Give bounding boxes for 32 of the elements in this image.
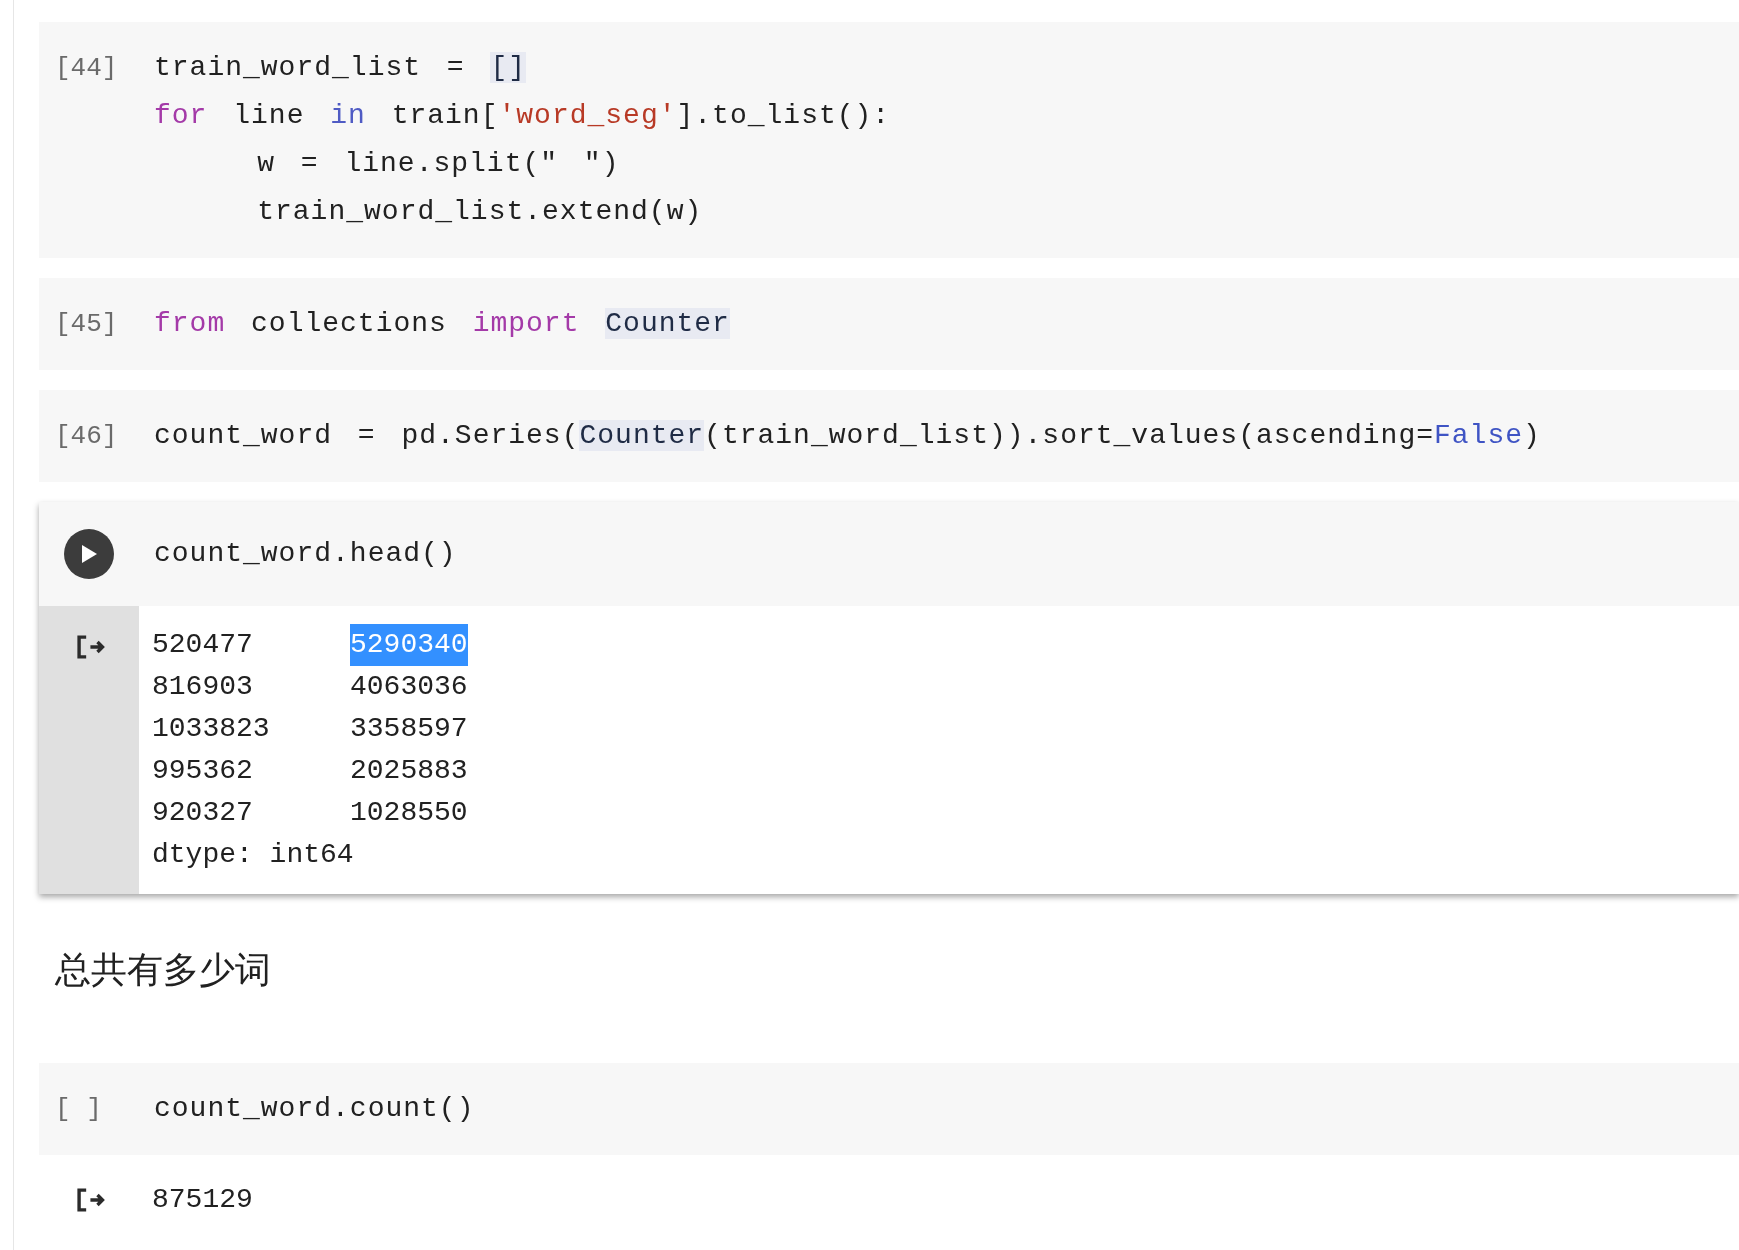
code-line: train_word_list.extend(w) xyxy=(256,195,704,229)
code-line: train_word_list = [] xyxy=(154,51,528,85)
code-line: for line in train['word_seg'].to_list(): xyxy=(154,99,892,133)
code-line: count_word.count() xyxy=(154,1092,476,1126)
output-index: 520477 xyxy=(152,628,253,662)
markdown-text: 总共有多少词 xyxy=(54,948,271,992)
output-value: 3358597 xyxy=(350,712,468,746)
execution-count: [46] xyxy=(54,420,119,453)
code-cell[interactable]: count_word.head() 520477 5290340 816903 4063036 1033823 3358597 995362 2025883 920327 1028550 dtype: int64 xyxy=(39,502,1739,894)
code-line: w = line.split(" ") xyxy=(256,147,621,181)
code-cell[interactable]: [44] train_word_list = [] for line in train['word_seg'].to_list(): w = line.split(" ") train_word_list.extend(w) xyxy=(39,22,1739,258)
code-line: count_word.head() xyxy=(154,537,458,571)
output-index: 920327 xyxy=(152,796,253,830)
execution-count: [ ] xyxy=(54,1093,103,1126)
output-index: 1033823 xyxy=(152,712,270,746)
output-dtype: dtype: int64 xyxy=(152,838,355,872)
output-index: 995362 xyxy=(152,754,253,788)
output-value: 5290340 xyxy=(350,624,468,666)
execution-count: [44] xyxy=(54,52,119,85)
play-icon xyxy=(80,544,98,564)
code-line: count_word = pd.Series(Counter(train_word_list)).sort_values(ascending=False) xyxy=(154,419,1542,453)
output-text: 875129 xyxy=(152,1183,254,1217)
output-value: 4063036 xyxy=(350,670,468,704)
code-cell[interactable]: [ ] count_word.count() xyxy=(39,1063,1739,1155)
output-index: 816903 xyxy=(152,670,253,704)
code-cell[interactable]: [46] count_word = pd.Series(Counter(train_word_list)).sort_values(ascending=False) xyxy=(39,390,1739,482)
code-line: from collections import Counter xyxy=(154,307,731,341)
run-button[interactable] xyxy=(64,529,114,579)
code-cell[interactable]: [45] from collections import Counter xyxy=(39,278,1739,370)
output-value: 2025883 xyxy=(350,754,468,788)
output-value: 1028550 xyxy=(350,796,468,830)
execution-count: [45] xyxy=(54,308,119,341)
